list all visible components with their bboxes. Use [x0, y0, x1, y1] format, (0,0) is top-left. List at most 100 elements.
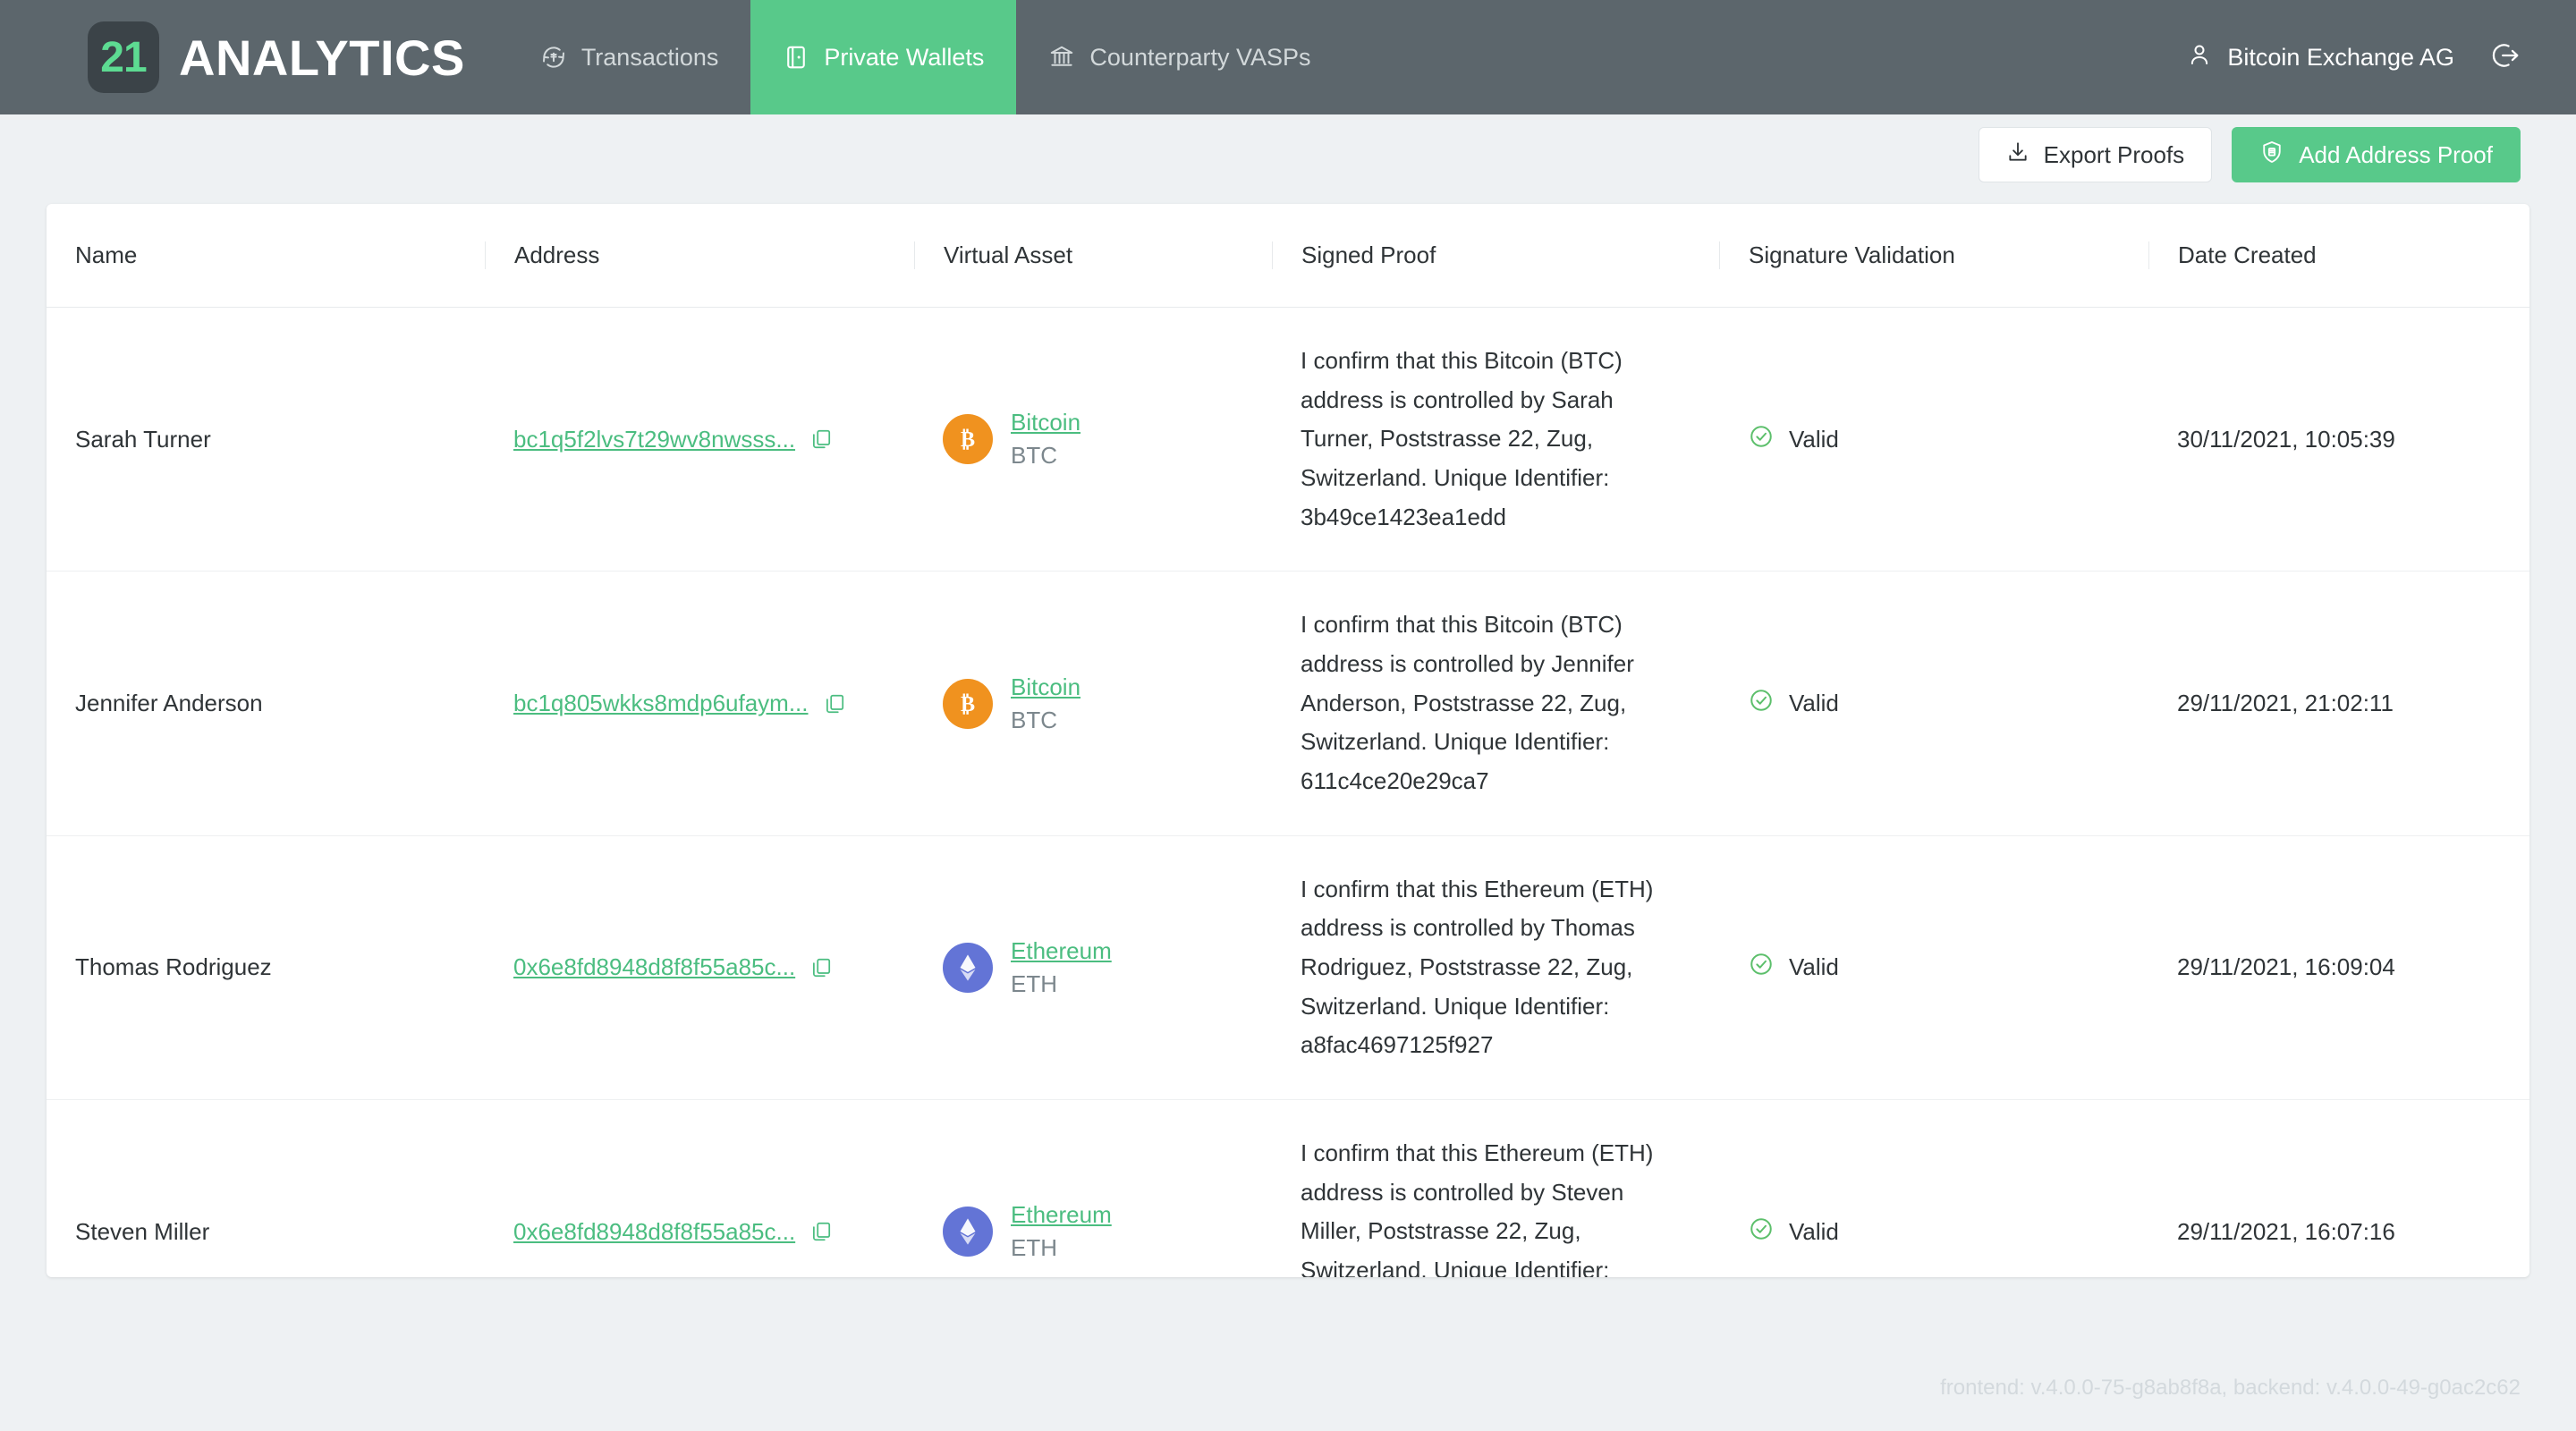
cell-signature-validation: Valid: [1719, 307, 2148, 572]
asset-symbol-label: BTC: [1011, 706, 1057, 733]
logo-badge-21: 21: [88, 21, 159, 93]
column-header-signed-proof[interactable]: Signed Proof: [1272, 204, 1719, 308]
table-header: Name Address Virtual Asset Signed Proof …: [47, 204, 2529, 308]
logout-button[interactable]: [2490, 40, 2521, 75]
cell-address: bc1q805wkks8mdp6ufaym...: [485, 571, 914, 836]
nav-item-counterparty-vasps[interactable]: Counterparty VASPs: [1016, 0, 1343, 114]
row-name-label: Sarah Turner: [75, 425, 211, 453]
add-address-proof-label: Add Address Proof: [2299, 140, 2493, 168]
address-proofs-table: Name Address Virtual Asset Signed Proof …: [47, 204, 2529, 1277]
date-created-label: 29/11/2021, 21:02:11: [2177, 690, 2394, 717]
shield-icon: [2259, 140, 2284, 171]
nav-label-transactions: Transactions: [580, 43, 719, 71]
cell-virtual-asset: ₿ Bitcoin BTC: [914, 571, 1272, 836]
address-link[interactable]: bc1q5f2lvs7t29wv8nwsss...: [513, 426, 795, 453]
cell-virtual-asset: ₿ Bitcoin BTC: [914, 307, 1272, 572]
table-row[interactable]: Sarah Turner bc1q5f2lvs7t29wv8nwsss... ₿…: [47, 307, 2529, 572]
cell-name: Steven Miller: [47, 1099, 485, 1277]
check-circle-icon: [1748, 1215, 1775, 1249]
cell-address: 0x6e8fd8948d8f8f55a85c...: [485, 1099, 914, 1277]
signed-proof-text: I confirm that this Bitcoin (BTC) addres…: [1301, 347, 1623, 530]
address-link[interactable]: 0x6e8fd8948d8f8f55a85c...: [513, 953, 795, 981]
download-icon: [2006, 140, 2029, 170]
nav-item-transactions[interactable]: Transactions: [508, 0, 751, 114]
nav-label-private-wallets: Private Wallets: [824, 43, 985, 71]
cell-date-created: 29/11/2021, 16:07:16: [2148, 1099, 2529, 1277]
cell-signature-validation: Valid: [1719, 835, 2148, 1101]
address-link[interactable]: 0x6e8fd8948d8f8f55a85c...: [513, 1218, 795, 1246]
bank-icon: [1048, 44, 1075, 71]
row-name-label: Steven Miller: [75, 1217, 210, 1245]
asset-name-link[interactable]: Bitcoin: [1011, 673, 1080, 701]
nav-item-private-wallets[interactable]: Private Wallets: [750, 0, 1017, 114]
cell-address: 0x6e8fd8948d8f8f55a85c...: [485, 835, 914, 1101]
cell-address: bc1q5f2lvs7t29wv8nwsss...: [485, 307, 914, 572]
validation-status-label: Valid: [1789, 690, 1839, 717]
svg-text:₿: ₿: [961, 428, 975, 452]
wallet-icon: [783, 44, 809, 71]
copy-icon[interactable]: [809, 428, 833, 451]
asset-name-link[interactable]: Ethereum: [1011, 937, 1112, 965]
cell-signature-validation: Valid: [1719, 1099, 2148, 1277]
check-circle-icon: [1748, 687, 1775, 720]
validation-status-label: Valid: [1789, 1217, 1839, 1245]
cell-signed-proof: I confirm that this Ethereum (ETH) addre…: [1272, 835, 1719, 1101]
validation-status-label: Valid: [1789, 425, 1839, 453]
brand-logo[interactable]: 21 ANALYTICS: [0, 0, 465, 114]
user-menu[interactable]: Bitcoin Exchange AG: [2186, 41, 2454, 74]
copy-icon[interactable]: [809, 956, 833, 979]
column-header-signature-validation[interactable]: Signature Validation: [1719, 204, 2148, 308]
address-proofs-table-container: Name Address Virtual Asset Signed Proof …: [47, 204, 2529, 1277]
table-row[interactable]: Thomas Rodriguez 0x6e8fd8948d8f8f55a85c.…: [47, 835, 2529, 1101]
asset-symbol-label: BTC: [1011, 442, 1057, 470]
table-row[interactable]: Steven Miller 0x6e8fd8948d8f8f55a85c... …: [47, 1099, 2529, 1277]
date-created-label: 29/11/2021, 16:09:04: [2177, 953, 2395, 981]
check-circle-icon: [1748, 951, 1775, 984]
export-proofs-button[interactable]: Export Proofs: [1978, 127, 2213, 182]
top-navigation-bar: 21 ANALYTICS Transactions Private Wallet…: [0, 0, 2576, 114]
asset-name-link[interactable]: Bitcoin: [1011, 409, 1080, 436]
cell-name: Jennifer Anderson: [47, 571, 485, 836]
column-header-date-created[interactable]: Date Created: [2148, 204, 2529, 308]
cell-virtual-asset: Ethereum ETH: [914, 835, 1272, 1101]
user-area: Bitcoin Exchange AG: [2186, 0, 2576, 114]
cell-signature-validation: Valid: [1719, 571, 2148, 836]
row-name-label: Thomas Rodriguez: [75, 953, 272, 981]
address-link[interactable]: bc1q805wkks8mdp6ufaym...: [513, 690, 809, 717]
column-header-address[interactable]: Address: [485, 204, 914, 308]
main-nav: Transactions Private Wallets Counterpart…: [508, 0, 1343, 114]
column-header-virtual-asset[interactable]: Virtual Asset: [914, 204, 1272, 308]
export-proofs-label: Export Proofs: [2043, 140, 2185, 168]
asset-name-link[interactable]: Ethereum: [1011, 1201, 1112, 1229]
svg-text:₿: ₿: [961, 692, 975, 716]
cell-signed-proof: I confirm that this Bitcoin (BTC) addres…: [1272, 571, 1719, 836]
cell-date-created: 29/11/2021, 16:09:04: [2148, 835, 2529, 1101]
exchange-icon: [540, 44, 567, 71]
add-address-proof-button[interactable]: Add Address Proof: [2232, 127, 2521, 182]
cell-signed-proof: I confirm that this Ethereum (ETH) addre…: [1272, 1099, 1719, 1277]
action-toolbar: Export Proofs Add Address Proof: [0, 114, 2576, 195]
check-circle-icon: [1748, 423, 1775, 456]
table-header-row: Name Address Virtual Asset Signed Proof …: [47, 204, 2529, 308]
row-name-label: Jennifer Anderson: [75, 690, 263, 717]
asset-symbol-label: ETH: [1011, 1234, 1057, 1262]
date-created-label: 30/11/2021, 10:05:39: [2177, 425, 2395, 453]
asset-symbol-label: ETH: [1011, 970, 1057, 997]
cell-virtual-asset: Ethereum ETH: [914, 1099, 1272, 1277]
eth-coin-icon: [943, 1207, 993, 1257]
copy-icon[interactable]: [823, 692, 846, 716]
btc-coin-icon: ₿: [943, 414, 993, 465]
version-footer: frontend: v.4.0.0-75-g8ab8f8a, backend: …: [1940, 1376, 2521, 1400]
date-created-label: 29/11/2021, 16:07:16: [2177, 1217, 2395, 1245]
cell-date-created: 30/11/2021, 10:05:39: [2148, 307, 2529, 572]
table-row[interactable]: Jennifer Anderson bc1q805wkks8mdp6ufaym.…: [47, 571, 2529, 836]
logout-icon: [2490, 40, 2521, 75]
cell-name: Sarah Turner: [47, 307, 485, 572]
signed-proof-text: I confirm that this Bitcoin (BTC) addres…: [1301, 611, 1634, 795]
cell-name: Thomas Rodriguez: [47, 835, 485, 1101]
column-header-name[interactable]: Name: [47, 204, 485, 308]
btc-coin-icon: ₿: [943, 678, 993, 729]
copy-icon[interactable]: [809, 1220, 833, 1243]
person-icon: [2186, 41, 2213, 74]
table-body: Sarah Turner bc1q5f2lvs7t29wv8nwsss... ₿…: [47, 307, 2529, 1277]
